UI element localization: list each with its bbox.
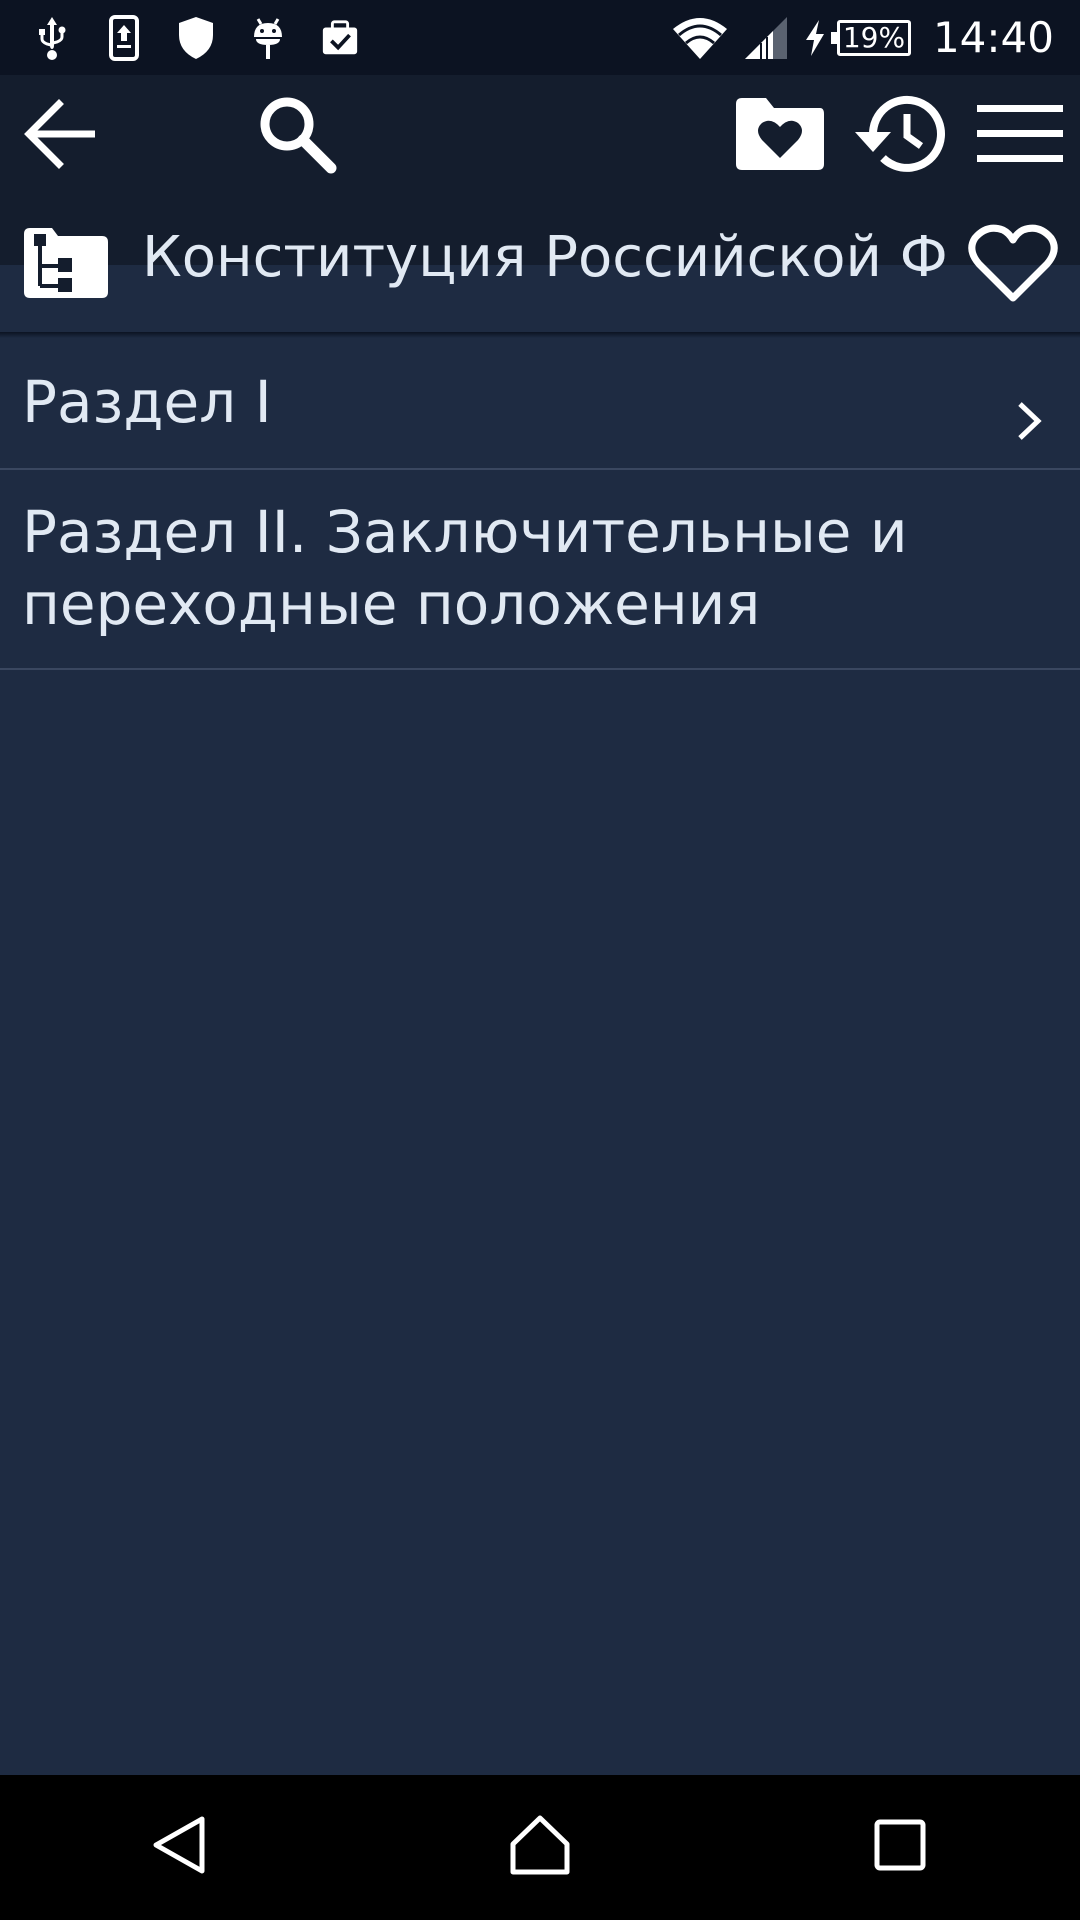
battery-indicator: 19% xyxy=(830,19,911,56)
hamburger-menu-icon xyxy=(977,103,1063,170)
charging-bolt-icon xyxy=(803,18,827,58)
chevron-right-icon xyxy=(1014,386,1044,458)
wifi-icon xyxy=(671,15,729,61)
search-icon xyxy=(255,92,339,181)
menu-button[interactable] xyxy=(975,91,1065,181)
toolbar xyxy=(0,75,1080,190)
usb-icon xyxy=(32,15,72,61)
navigation-bar xyxy=(0,1775,1080,1920)
status-bar-system: 19% 14:40 xyxy=(657,0,1080,75)
app-bar: Конституция Российской Федерации xyxy=(0,75,1080,301)
home-icon xyxy=(509,1814,571,1881)
section-label: Раздел II. Заключительные и переходные п… xyxy=(22,498,908,638)
nav-recents-button[interactable] xyxy=(840,1788,960,1908)
document-title: Конституция Российской Федерации xyxy=(142,225,947,290)
back-triangle-icon xyxy=(150,1813,210,1882)
folder-heart-icon xyxy=(734,96,826,177)
android-debug-icon xyxy=(248,15,288,61)
history-button[interactable] xyxy=(851,91,947,181)
list-item-section-1[interactable]: Раздел I xyxy=(0,336,1080,470)
section-list: Раздел I Раздел II. Заключительные и пер… xyxy=(0,336,1080,670)
shield-icon xyxy=(176,15,216,61)
phone-upload-icon xyxy=(104,14,144,61)
search-button[interactable] xyxy=(252,91,342,181)
section-label: Раздел I xyxy=(22,368,272,436)
nav-back-button[interactable] xyxy=(120,1788,240,1908)
back-button[interactable] xyxy=(14,91,104,181)
heart-outline-icon xyxy=(967,222,1059,309)
folder-tree-icon xyxy=(24,226,108,303)
status-bar-notifications xyxy=(0,0,392,75)
history-icon xyxy=(851,92,947,181)
list-item-section-2[interactable]: Раздел II. Заключительные и переходные п… xyxy=(0,470,1080,670)
recents-icon xyxy=(873,1818,927,1877)
favorites-folder-button[interactable] xyxy=(734,91,826,181)
status-time: 14:40 xyxy=(932,13,1054,62)
status-bar: 19% 14:40 xyxy=(0,0,1080,75)
signal-icon xyxy=(743,15,789,61)
favorite-button[interactable] xyxy=(963,220,1063,310)
nav-home-button[interactable] xyxy=(480,1788,600,1908)
document-header: Конституция Российской Федерации xyxy=(0,190,1080,310)
arrow-left-icon xyxy=(21,96,97,177)
briefcase-check-icon xyxy=(320,15,360,61)
